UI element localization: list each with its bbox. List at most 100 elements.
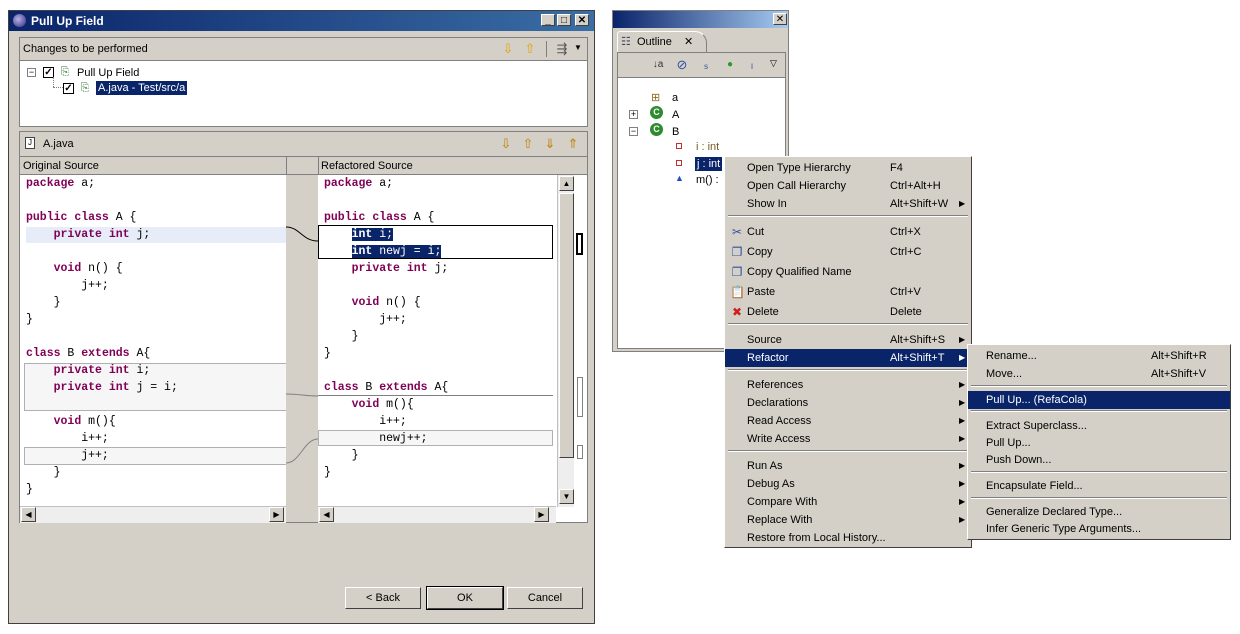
chevron-down-icon[interactable]: ▼ — [574, 43, 582, 52]
menu-item-debug-as[interactable]: Debug As ▶ — [725, 475, 971, 493]
close-button[interactable]: ✕ — [773, 13, 787, 25]
original-source-pane[interactable]: package a; public class A { private int j… — [20, 175, 286, 506]
refactor-item-pull-up-refacola[interactable]: Pull Up... (RefaCola) — [968, 391, 1230, 409]
close-button[interactable]: ✕ — [575, 14, 589, 26]
class-icon: C — [650, 106, 663, 119]
menu-item-declarations[interactable]: Declarations ▶ — [725, 394, 971, 412]
expand-toggle[interactable]: + — [629, 110, 638, 119]
back-button[interactable]: < Back — [345, 587, 421, 609]
outline-item-a[interactable]: a — [672, 92, 678, 104]
menu-item-run-as[interactable]: Run As ▶ — [725, 457, 971, 475]
tree-item-a-java[interactable]: A.java - Test/src/a — [96, 81, 188, 95]
scroll-right-arrow[interactable]: ▶ — [534, 507, 549, 522]
menu-item-label: Copy — [747, 246, 773, 258]
menu-item-label: Cut — [747, 226, 765, 238]
menu-item-accelerator: Delete — [890, 306, 922, 318]
hide-fields-icon[interactable]: ⊘ — [674, 57, 690, 73]
refactor-item-push-down[interactable]: Push Down... — [968, 451, 1230, 469]
java-file-icon: ⎘ — [80, 82, 90, 94]
submenu-arrow-icon: ▶ — [959, 380, 966, 389]
menu-item-show-in[interactable]: Show In Alt+Shift+W ▶ — [725, 195, 971, 213]
collapse-toggle[interactable]: − — [629, 127, 638, 136]
code-line: j++; — [26, 449, 109, 462]
refactor-item-rename[interactable]: Rename... Alt+Shift+R — [968, 347, 1230, 365]
overview-change-marker[interactable] — [577, 445, 583, 459]
menu-item-label: Delete — [747, 306, 779, 318]
scroll-left-arrow[interactable]: ◀ — [319, 507, 334, 522]
hide-local-types-icon[interactable]: ₗ — [744, 57, 760, 73]
menu-item-references[interactable]: References ▶ — [725, 376, 971, 394]
sort-icon[interactable]: ↓a — [650, 57, 666, 73]
menu-item-paste[interactable]: 📋 Paste Ctrl+V — [725, 283, 971, 301]
next-change-icon[interactable]: ⇩ — [500, 41, 516, 57]
filter-changes-icon[interactable]: ⇶ — [554, 41, 570, 57]
scroll-down-arrow[interactable]: ▼ — [559, 489, 574, 504]
previous-change-icon[interactable]: ⇑ — [565, 136, 581, 152]
menu-item-compare-with[interactable]: Compare With ▶ — [725, 493, 971, 511]
close-icon[interactable]: ✕ — [684, 35, 693, 48]
code-line: private int i; — [53, 364, 151, 377]
tree-item-pull-up-field[interactable]: Pull Up Field — [77, 67, 139, 79]
refactored-source-pane[interactable]: package a; public class A { int i; int ne… — [318, 175, 556, 506]
refactored-horizontal-scrollbar[interactable]: ◀ ▶ — [318, 506, 556, 523]
overview-change-marker[interactable] — [577, 377, 583, 417]
outline-item-class-b[interactable]: B — [672, 126, 679, 138]
collapse-toggle[interactable]: − — [27, 68, 36, 77]
previous-change-icon[interactable]: ⇧ — [522, 41, 538, 57]
code-line: } — [324, 449, 359, 462]
code-line: void m(){ — [351, 398, 414, 411]
original-horizontal-scrollbar[interactable]: ◀ ▶ — [20, 506, 286, 523]
code-line: public class A { — [324, 211, 435, 224]
outline-item-class-a[interactable]: A — [672, 109, 679, 121]
menu-item-accelerator: Ctrl+X — [890, 226, 921, 238]
maximize-button[interactable]: □ — [557, 14, 571, 26]
menu-item-label: Debug As — [747, 478, 795, 490]
vertical-scrollbar[interactable]: ▲ ▼ — [557, 175, 574, 507]
outline-item-i-int[interactable]: i : int — [696, 141, 719, 153]
refactor-item-encapsulate-field[interactable]: Encapsulate Field... — [968, 477, 1230, 495]
tab-outline[interactable]: ☷ Outline ✕ — [617, 31, 707, 53]
menu-item-accelerator: Alt+Shift+T — [890, 352, 945, 364]
menu-item-read-access[interactable]: Read Access ▶ — [725, 412, 971, 430]
menu-item-cut[interactable]: ✂ Cut Ctrl+X — [725, 223, 971, 241]
next-change-icon[interactable]: ⇓ — [542, 136, 558, 152]
cancel-button[interactable]: Cancel — [507, 587, 583, 609]
next-difference-icon[interactable]: ⇩ — [498, 136, 514, 152]
menu-item-source[interactable]: Source Alt+Shift+S ▶ — [725, 331, 971, 349]
menu-item-replace-with[interactable]: Replace With ▶ — [725, 511, 971, 529]
menu-item-label: Declarations — [747, 397, 809, 409]
refactor-item-move[interactable]: Move... Alt+Shift+V — [968, 365, 1230, 383]
refactor-item-generalize-declared-type[interactable]: Generalize Declared Type... — [968, 503, 1230, 521]
hide-nonpublic-icon[interactable]: ● — [722, 57, 738, 73]
menu-item-write-access[interactable]: Write Access ▶ — [725, 430, 971, 448]
scroll-up-arrow[interactable]: ▲ — [559, 176, 574, 191]
menu-item-copy-qualified-name[interactable]: ❐ Copy Qualified Name — [725, 263, 971, 281]
menu-item-copy[interactable]: ❐ Copy Ctrl+C — [725, 243, 971, 261]
menu-separator — [728, 369, 968, 371]
overview-ruler[interactable] — [574, 175, 587, 522]
outline-item-j-int[interactable]: j : int — [695, 157, 723, 171]
menu-item-refactor[interactable]: Refactor Alt+Shift+T ▶ — [725, 349, 971, 367]
menu-item-restore-from-local-history[interactable]: Restore from Local History... — [725, 529, 971, 547]
menu-item-open-call-hierarchy[interactable]: Open Call Hierarchy Ctrl+Alt+H — [725, 177, 971, 195]
minimize-button[interactable]: _ — [541, 14, 555, 26]
previous-difference-icon[interactable]: ⇧ — [520, 136, 536, 152]
a-java-checkbox[interactable]: ✓ — [63, 83, 74, 94]
refactor-item-extract-superclass[interactable]: Extract Superclass... — [968, 417, 1230, 435]
scroll-right-arrow[interactable]: ▶ — [269, 507, 284, 522]
overview-change-marker[interactable] — [576, 233, 583, 255]
menu-item-delete[interactable]: ✖ Delete Delete — [725, 303, 971, 321]
view-menu-icon[interactable]: ▽ — [770, 58, 777, 69]
ok-button[interactable]: OK — [426, 586, 504, 610]
code-line: } — [26, 296, 61, 309]
menu-item-open-type-hierarchy[interactable]: Open Type Hierarchy F4 — [725, 159, 971, 177]
scroll-left-arrow[interactable]: ◀ — [21, 507, 36, 522]
outline-item-m[interactable]: m() : — [696, 174, 719, 186]
hide-static-icon[interactable]: ₛ — [698, 57, 714, 73]
refactor-item-infer-generic-type-arguments[interactable]: Infer Generic Type Arguments... — [968, 520, 1230, 538]
code-line: private int j = i; — [53, 381, 178, 394]
refactor-item-pull-up[interactable]: Pull Up... — [968, 434, 1230, 452]
toolbar-separator — [546, 41, 547, 57]
scroll-thumb[interactable] — [559, 193, 574, 458]
submenu-arrow-icon: ▶ — [959, 398, 966, 407]
